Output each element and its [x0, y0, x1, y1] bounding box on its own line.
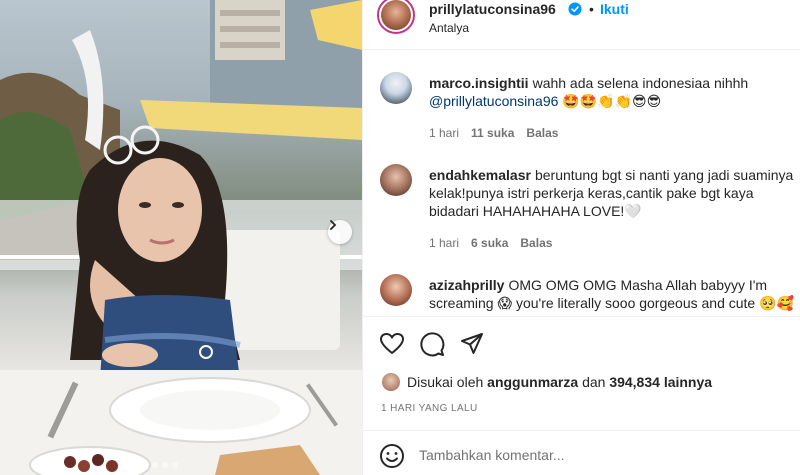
comment-text: marco.insightii wahh ada selena indonesia…	[429, 74, 800, 110]
comment-meta: 1 hari 6 suka Balas	[429, 236, 552, 250]
carousel-dot	[172, 462, 178, 468]
add-comment-input[interactable]	[419, 443, 779, 467]
comment-body: wahh ada selena indonesiaa nihhh	[532, 75, 749, 91]
comment-time: 1 hari	[429, 236, 460, 250]
carousel-dots	[142, 462, 178, 468]
post-time[interactable]: 1 HARI YANG LALU	[381, 403, 478, 414]
likes-row: Disukai oleh anggunmarza dan 394,834 lai…	[363, 370, 800, 396]
reply-button[interactable]: Balas	[526, 126, 558, 140]
carousel-dot	[162, 462, 168, 468]
add-comment-bar	[363, 430, 800, 475]
liker-username[interactable]: anggunmarza	[487, 374, 578, 390]
comment-likes[interactable]: 6 suka	[471, 236, 508, 250]
carousel-dot	[152, 462, 158, 468]
commenter-username[interactable]: endahkemalasr	[429, 167, 531, 183]
carousel-dot	[142, 462, 148, 468]
heart-icon[interactable]	[379, 331, 405, 357]
comment-text: azizahprilly OMG OMG OMG Masha Allah baby…	[429, 276, 800, 312]
comment-likes[interactable]: 11 suka	[471, 126, 514, 140]
likes-middle: dan	[582, 374, 606, 390]
commenter-username[interactable]: azizahprilly	[429, 277, 504, 293]
likes-count[interactable]: 394,834	[609, 374, 660, 390]
post-detail-panel: prillylatuconsina96 • Ikuti Antalya marc…	[362, 0, 800, 475]
comment-text: endahkemalasr beruntung bgt si nanti yang…	[429, 166, 800, 220]
author-username[interactable]: prillylatuconsina96	[429, 1, 556, 17]
follow-button[interactable]: Ikuti	[600, 1, 629, 17]
carousel-next-button[interactable]	[328, 220, 352, 244]
photo-illustration	[0, 0, 362, 475]
share-icon[interactable]	[459, 331, 485, 357]
emoji-icon[interactable]	[379, 443, 405, 469]
comment-time: 1 hari	[429, 126, 460, 140]
reply-button[interactable]: Balas	[520, 236, 552, 250]
likes-suffix[interactable]: lainnya	[664, 374, 712, 390]
commenter-avatar[interactable]	[380, 274, 412, 306]
post-actions	[363, 316, 800, 368]
header-separator: •	[589, 1, 594, 17]
comments-list[interactable]: marco.insightii wahh ada selena indonesia…	[363, 50, 800, 314]
comment-emoji: 🤩🤩👏👏😎😎	[562, 93, 662, 109]
likes-text: Disukai oleh anggunmarza dan 394,834 lai…	[407, 374, 712, 390]
commenter-username[interactable]: marco.insightii	[429, 75, 529, 91]
likes-prefix: Disukai oleh	[407, 374, 484, 390]
comment-mention[interactable]: @prillylatuconsina96	[429, 93, 558, 109]
comment-meta: 1 hari 11 suka Balas	[429, 126, 558, 140]
post-photo[interactable]	[0, 0, 362, 475]
post-location[interactable]: Antalya	[429, 21, 469, 35]
author-avatar[interactable]	[377, 0, 415, 34]
comment-icon[interactable]	[419, 331, 445, 357]
liker-avatar[interactable]	[381, 372, 401, 392]
post-header: prillylatuconsina96 • Ikuti Antalya	[363, 0, 800, 50]
verified-badge-icon	[568, 2, 582, 16]
commenter-avatar[interactable]	[380, 164, 412, 196]
commenter-avatar[interactable]	[380, 72, 412, 104]
chevron-right-icon	[330, 220, 337, 230]
